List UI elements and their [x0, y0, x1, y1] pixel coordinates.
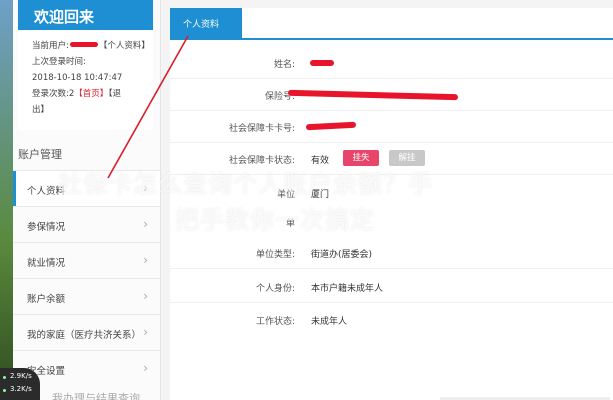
- insurance-no-row: 保险号:: [170, 86, 613, 106]
- bottom-menu-item-cut[interactable]: 我办理与结果查询: [52, 390, 140, 400]
- sidebar-item-employment[interactable]: 就业情况 ›: [13, 242, 160, 279]
- divider: [170, 110, 613, 111]
- upload-speed: 2.9K/s: [10, 372, 32, 380]
- identity-row: 个人身份: 本市户籍未成年人: [170, 278, 613, 298]
- logout-link-part2[interactable]: 出】: [32, 104, 49, 116]
- work-status-label: 工作状态:: [255, 317, 295, 327]
- headline-line2: 把手教你一次搞定: [175, 206, 375, 234]
- identity-value: 本市户籍未成年人: [311, 284, 384, 294]
- welcome-header: 欢迎回来: [18, 0, 153, 30]
- last-login-time: 2018-10-18 10:47:47: [32, 73, 123, 83]
- tab-label: 个人资料: [183, 20, 220, 30]
- redacted-name: [310, 60, 334, 66]
- upload-speed-value: 2.9: [10, 372, 22, 380]
- divider: [170, 268, 613, 269]
- sidebar-item-label: 账户余额: [27, 294, 66, 305]
- chevron-right-icon: ›: [143, 325, 148, 339]
- sidebar-item-label: 就业情况: [27, 258, 66, 269]
- divider: [170, 302, 613, 303]
- page: 欢迎回来 当前用户: 【个人资料】 上次登录时间: 2018-10-18 10:4…: [0, 0, 613, 400]
- login-count-line: 登录次数:2【首页】【退: [32, 88, 121, 100]
- unit-type-label: 单位类型:: [255, 250, 295, 260]
- upload-indicator-icon: [3, 376, 6, 379]
- redacted-card-no: [305, 121, 357, 131]
- download-speed: 3.2K/s: [10, 385, 32, 393]
- logout-link-part1[interactable]: 【退: [108, 89, 121, 99]
- redacted-insurance-no: [287, 89, 459, 101]
- sidebar-item-label: 我的家庭（医疗共济关系）: [27, 330, 142, 341]
- unit-type-row: 单位类型: 街道办(居委会): [170, 244, 613, 264]
- ss-card-no-label: 社会保障卡卡号:: [228, 124, 295, 134]
- welcome-title: 欢迎回来: [34, 8, 95, 26]
- unit-type-value: 街道办(居委会): [311, 250, 373, 260]
- chevron-right-icon: ›: [143, 253, 148, 267]
- login-count: 登录次数:2: [32, 89, 75, 99]
- chevron-right-icon: ›: [143, 289, 148, 303]
- tab-profile[interactable]: 个人资料: [170, 8, 242, 38]
- net-speed-widget: 2.9K/s 3.2K/s: [0, 368, 40, 400]
- headline-line1: 社保卡怎么查询个人账户余额？手: [58, 170, 433, 198]
- home-link[interactable]: 【首页】: [74, 89, 108, 99]
- upload-speed-unit: K/s: [21, 372, 32, 380]
- work-status-value: 未成年人: [311, 317, 348, 327]
- chevron-right-icon: ›: [143, 361, 148, 375]
- tab-underline: [170, 38, 613, 40]
- sidebar-item-family[interactable]: 我的家庭（医疗共济关系） ›: [13, 314, 160, 351]
- profile-link[interactable]: 【个人资料】: [99, 41, 150, 51]
- divider: [170, 142, 613, 143]
- redacted-username: [69, 42, 98, 47]
- download-indicator-icon: [3, 389, 6, 392]
- welcome-panel: 欢迎回来 当前用户: 【个人资料】 上次登录时间: 2018-10-18 10:4…: [18, 0, 153, 130]
- sidebar-item-balance[interactable]: 账户余额 ›: [13, 278, 160, 315]
- last-login-label: 上次登录时间:: [32, 57, 86, 67]
- download-speed-value: 3.2: [10, 385, 22, 393]
- work-status-row: 工作状态: 未成年人: [170, 311, 613, 331]
- identity-label: 个人身份:: [255, 284, 295, 294]
- download-speed-unit: K/s: [21, 385, 32, 393]
- current-user-prefix: 当前用户:: [32, 41, 69, 51]
- headline-overlay: 社保卡怎么查询个人账户余额？手 把手教你一次搞定: [0, 160, 613, 240]
- name-label: 姓名:: [273, 60, 295, 70]
- name-row: 姓名:: [170, 54, 613, 74]
- current-user-line: 当前用户: 【个人资料】: [32, 40, 150, 52]
- divider: [170, 78, 613, 79]
- ss-card-no-row: 社会保障卡卡号:: [170, 118, 613, 138]
